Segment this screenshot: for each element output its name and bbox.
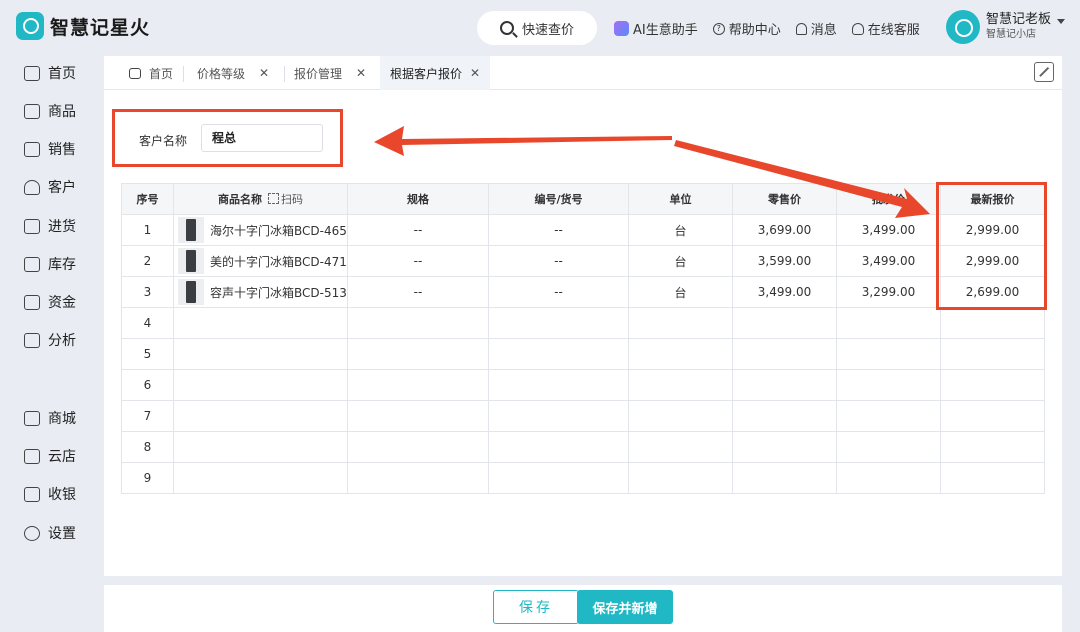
arrow-to-customer xyxy=(374,126,672,156)
annotation-arrows xyxy=(374,126,930,218)
save-and-new-button[interactable]: 保存并新增 xyxy=(577,590,673,624)
save-button[interactable]: 保存 xyxy=(493,590,579,624)
arrow-to-latest-quote xyxy=(674,140,930,218)
bottom-action-bar: 保存 保存并新增 xyxy=(104,585,1062,632)
